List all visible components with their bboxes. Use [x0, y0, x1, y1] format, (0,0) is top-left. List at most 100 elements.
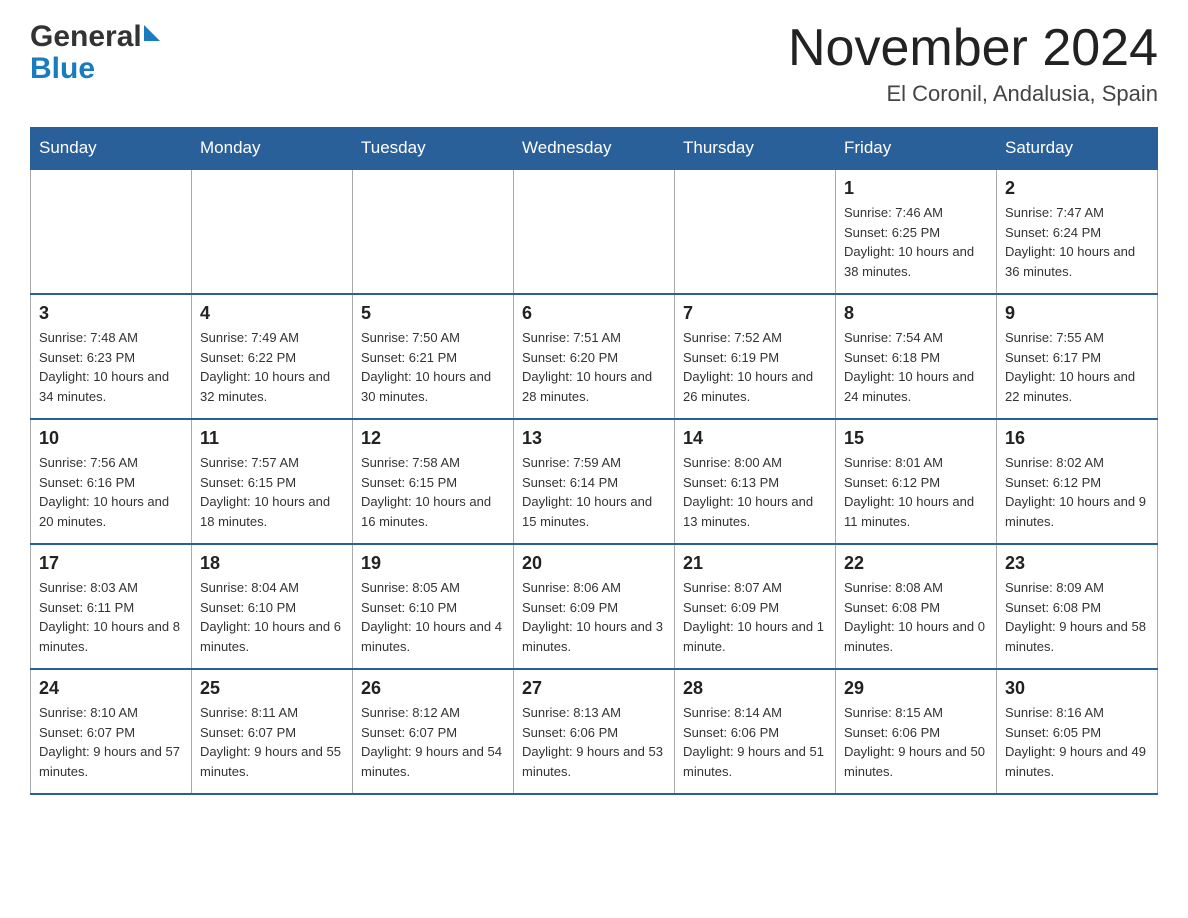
weekday-header-sunday: Sunday [31, 128, 192, 170]
week-row-5: 24Sunrise: 8:10 AMSunset: 6:07 PMDayligh… [31, 669, 1158, 794]
weekday-header-row: SundayMondayTuesdayWednesdayThursdayFrid… [31, 128, 1158, 170]
day-info: Sunrise: 7:55 AMSunset: 6:17 PMDaylight:… [1005, 328, 1149, 406]
day-info: Sunrise: 8:16 AMSunset: 6:05 PMDaylight:… [1005, 703, 1149, 781]
calendar-cell: 9 Sunrise: 7:55 AMSunset: 6:17 PMDaylight… [997, 294, 1158, 419]
calendar-cell: 14Sunrise: 8:00 AMSunset: 6:13 PMDayligh… [675, 419, 836, 544]
day-info: Sunrise: 8:11 AMSunset: 6:07 PMDaylight:… [200, 703, 344, 781]
day-info: Sunrise: 8:04 AMSunset: 6:10 PMDaylight:… [200, 578, 344, 656]
day-number: 17 [39, 553, 183, 574]
day-info: Sunrise: 8:13 AMSunset: 6:06 PMDaylight:… [522, 703, 666, 781]
day-info: Sunrise: 8:12 AMSunset: 6:07 PMDaylight:… [361, 703, 505, 781]
logo-arrow-icon [144, 25, 160, 41]
calendar-cell: 26 Sunrise: 8:12 AMSunset: 6:07 PMDayligh… [353, 669, 514, 794]
week-row-1: 1 Sunrise: 7:46 AMSunset: 6:25 PMDaylight… [31, 169, 1158, 294]
day-info: Sunrise: 8:15 AMSunset: 6:06 PMDaylight:… [844, 703, 988, 781]
day-info: Sunrise: 8:02 AMSunset: 6:12 PMDaylight:… [1005, 453, 1149, 531]
logo: General Blue [30, 20, 160, 86]
calendar-cell: 15Sunrise: 8:01 AMSunset: 6:12 PMDayligh… [836, 419, 997, 544]
day-number: 10 [39, 428, 183, 449]
title-area: November 2024 El Coronil, Andalusia, Spa… [788, 20, 1158, 107]
day-number: 1 [844, 178, 988, 199]
day-number: 11 [200, 428, 344, 449]
day-number: 27 [522, 678, 666, 699]
calendar-cell [514, 169, 675, 294]
day-info: Sunrise: 8:03 AMSunset: 6:11 PMDaylight:… [39, 578, 183, 656]
day-number: 13 [522, 428, 666, 449]
day-number: 25 [200, 678, 344, 699]
calendar-cell: 19Sunrise: 8:05 AMSunset: 6:10 PMDayligh… [353, 544, 514, 669]
day-number: 4 [200, 303, 344, 324]
day-number: 5 [361, 303, 505, 324]
day-info: Sunrise: 8:06 AMSunset: 6:09 PMDaylight:… [522, 578, 666, 656]
week-row-4: 17 Sunrise: 8:03 AMSunset: 6:11 PMDayligh… [31, 544, 1158, 669]
calendar-cell: 2 Sunrise: 7:47 AMSunset: 6:24 PMDaylight… [997, 169, 1158, 294]
day-number: 22 [844, 553, 988, 574]
week-row-2: 3Sunrise: 7:48 AMSunset: 6:23 PMDaylight… [31, 294, 1158, 419]
calendar-cell [31, 169, 192, 294]
page-header: General Blue November 2024 El Coronil, A… [30, 20, 1158, 107]
day-info: Sunrise: 7:58 AMSunset: 6:15 PMDaylight:… [361, 453, 505, 531]
calendar-cell: 10 Sunrise: 7:56 AMSunset: 6:16 PMDayligh… [31, 419, 192, 544]
day-info: Sunrise: 7:46 AMSunset: 6:25 PMDaylight:… [844, 203, 988, 281]
day-number: 8 [844, 303, 988, 324]
weekday-header-saturday: Saturday [997, 128, 1158, 170]
day-info: Sunrise: 7:54 AMSunset: 6:18 PMDaylight:… [844, 328, 988, 406]
day-info: Sunrise: 7:59 AMSunset: 6:14 PMDaylight:… [522, 453, 666, 531]
calendar-cell: 7 Sunrise: 7:52 AMSunset: 6:19 PMDaylight… [675, 294, 836, 419]
day-number: 20 [522, 553, 666, 574]
day-number: 2 [1005, 178, 1149, 199]
calendar-cell: 17 Sunrise: 8:03 AMSunset: 6:11 PMDayligh… [31, 544, 192, 669]
calendar-cell: 18 Sunrise: 8:04 AMSunset: 6:10 PMDayligh… [192, 544, 353, 669]
day-info: Sunrise: 7:49 AMSunset: 6:22 PMDaylight:… [200, 328, 344, 406]
calendar-cell [353, 169, 514, 294]
calendar-cell: 13 Sunrise: 7:59 AMSunset: 6:14 PMDayligh… [514, 419, 675, 544]
day-info: Sunrise: 8:08 AMSunset: 6:08 PMDaylight:… [844, 578, 988, 656]
location-subtitle: El Coronil, Andalusia, Spain [788, 81, 1158, 107]
weekday-header-tuesday: Tuesday [353, 128, 514, 170]
calendar-cell: 28 Sunrise: 8:14 AMSunset: 6:06 PMDayligh… [675, 669, 836, 794]
day-info: Sunrise: 7:57 AMSunset: 6:15 PMDaylight:… [200, 453, 344, 531]
day-number: 24 [39, 678, 183, 699]
day-info: Sunrise: 7:51 AMSunset: 6:20 PMDaylight:… [522, 328, 666, 406]
day-info: Sunrise: 8:07 AMSunset: 6:09 PMDaylight:… [683, 578, 827, 656]
day-info: Sunrise: 7:47 AMSunset: 6:24 PMDaylight:… [1005, 203, 1149, 281]
calendar-cell: 6 Sunrise: 7:51 AMSunset: 6:20 PMDaylight… [514, 294, 675, 419]
day-info: Sunrise: 7:56 AMSunset: 6:16 PMDaylight:… [39, 453, 183, 531]
day-number: 16 [1005, 428, 1149, 449]
weekday-header-thursday: Thursday [675, 128, 836, 170]
logo-blue-text: Blue [30, 52, 95, 86]
calendar-cell: 23Sunrise: 8:09 AMSunset: 6:08 PMDayligh… [997, 544, 1158, 669]
day-number: 14 [683, 428, 827, 449]
day-number: 28 [683, 678, 827, 699]
calendar-cell: 25 Sunrise: 8:11 AMSunset: 6:07 PMDayligh… [192, 669, 353, 794]
logo-general-text: General [30, 20, 142, 54]
day-number: 30 [1005, 678, 1149, 699]
weekday-header-wednesday: Wednesday [514, 128, 675, 170]
weekday-header-monday: Monday [192, 128, 353, 170]
day-number: 6 [522, 303, 666, 324]
day-number: 15 [844, 428, 988, 449]
calendar-cell [675, 169, 836, 294]
day-number: 18 [200, 553, 344, 574]
day-number: 9 [1005, 303, 1149, 324]
calendar-cell: 24Sunrise: 8:10 AMSunset: 6:07 PMDayligh… [31, 669, 192, 794]
calendar-cell: 16 Sunrise: 8:02 AMSunset: 6:12 PMDayligh… [997, 419, 1158, 544]
calendar-cell: 8 Sunrise: 7:54 AMSunset: 6:18 PMDaylight… [836, 294, 997, 419]
calendar-cell: 1 Sunrise: 7:46 AMSunset: 6:25 PMDaylight… [836, 169, 997, 294]
day-info: Sunrise: 7:50 AMSunset: 6:21 PMDaylight:… [361, 328, 505, 406]
calendar-cell: 4 Sunrise: 7:49 AMSunset: 6:22 PMDaylight… [192, 294, 353, 419]
calendar-cell: 11 Sunrise: 7:57 AMSunset: 6:15 PMDayligh… [192, 419, 353, 544]
day-info: Sunrise: 7:52 AMSunset: 6:19 PMDaylight:… [683, 328, 827, 406]
day-number: 26 [361, 678, 505, 699]
calendar-cell: 22 Sunrise: 8:08 AMSunset: 6:08 PMDayligh… [836, 544, 997, 669]
day-number: 19 [361, 553, 505, 574]
day-info: Sunrise: 8:14 AMSunset: 6:06 PMDaylight:… [683, 703, 827, 781]
calendar-cell: 21Sunrise: 8:07 AMSunset: 6:09 PMDayligh… [675, 544, 836, 669]
day-number: 7 [683, 303, 827, 324]
calendar-cell: 3Sunrise: 7:48 AMSunset: 6:23 PMDaylight… [31, 294, 192, 419]
calendar-cell [192, 169, 353, 294]
calendar-cell: 20 Sunrise: 8:06 AMSunset: 6:09 PMDayligh… [514, 544, 675, 669]
calendar-cell: 29Sunrise: 8:15 AMSunset: 6:06 PMDayligh… [836, 669, 997, 794]
week-row-3: 10 Sunrise: 7:56 AMSunset: 6:16 PMDayligh… [31, 419, 1158, 544]
day-info: Sunrise: 8:09 AMSunset: 6:08 PMDaylight:… [1005, 578, 1149, 656]
